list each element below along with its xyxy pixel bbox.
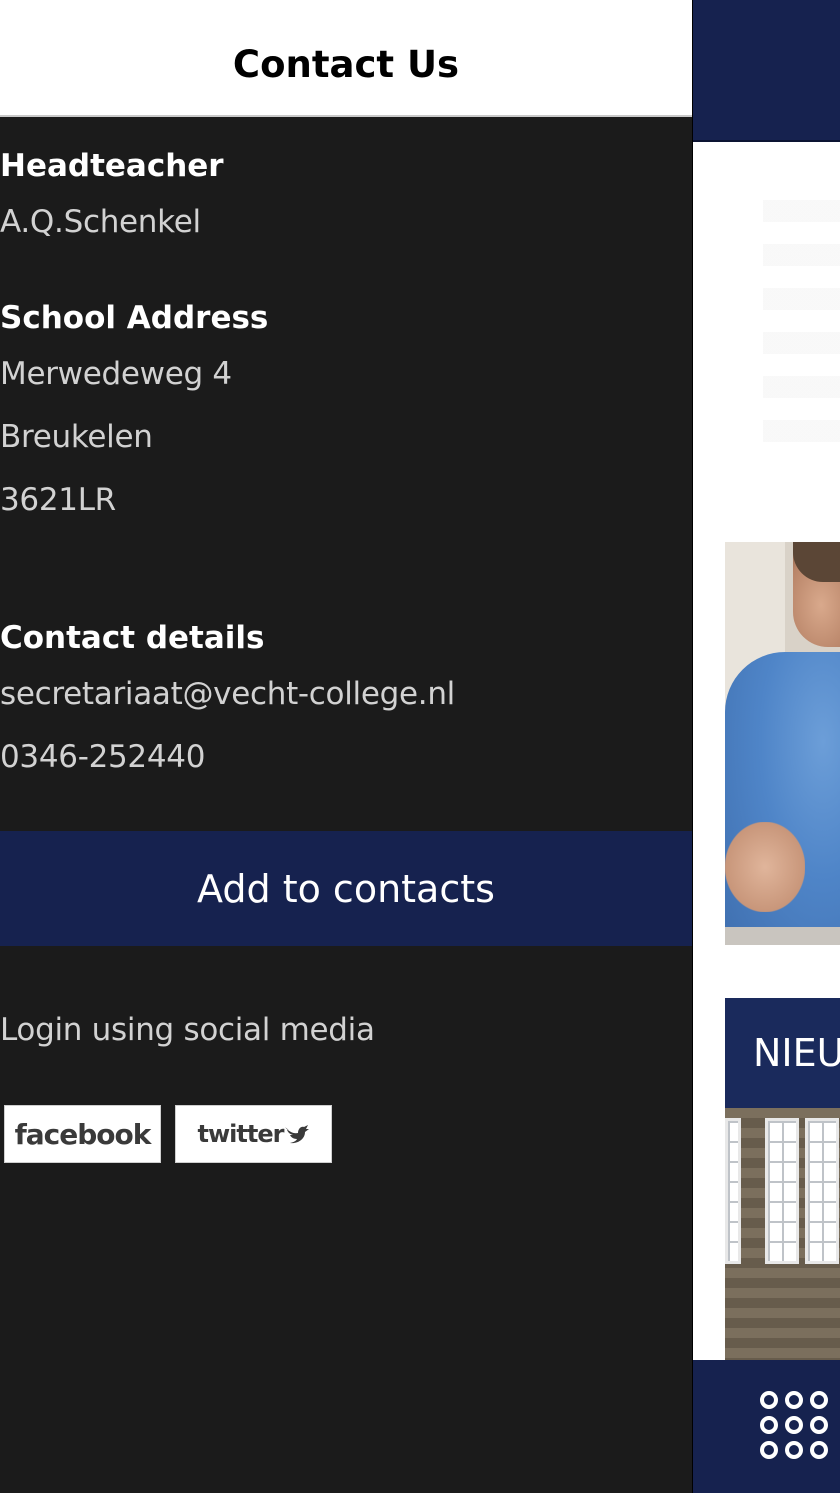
twitter-bird-icon [285, 1125, 310, 1144]
background-app: NIEU [692, 0, 840, 1493]
address-postcode: 3621LR [0, 482, 116, 518]
contact-phone-link[interactable]: 0346-252440 [0, 739, 205, 775]
headteacher-label: Headteacher [0, 148, 224, 184]
social-login-buttons: facebook twitter [4, 1105, 332, 1163]
news-building-window [805, 1118, 839, 1264]
add-to-contacts-button[interactable]: Add to contacts [0, 831, 692, 946]
address-street: Merwedeweg 4 [0, 356, 232, 392]
grid-menu-icon[interactable] [759, 1390, 831, 1462]
photo-person-hand [725, 822, 805, 912]
drawer-header: Contact Us [0, 0, 692, 117]
facebook-login-button[interactable]: facebook [4, 1105, 161, 1163]
teacher-photo[interactable] [725, 542, 840, 945]
news-card[interactable]: NIEU [725, 998, 840, 1360]
contact-email-link[interactable]: secretariaat@vecht-college.nl [0, 676, 455, 712]
news-building-window [765, 1118, 799, 1264]
facebook-logo-text: facebook [14, 1117, 152, 1151]
news-banner-text: NIEU [753, 1031, 840, 1075]
social-login-prompt: Login using social media [0, 1012, 375, 1048]
twitter-login-button[interactable]: twitter [175, 1105, 332, 1163]
news-banner: NIEU [725, 998, 840, 1108]
twitter-logo-text: twitter [197, 1120, 285, 1148]
contact-details-label: Contact details [0, 620, 265, 656]
add-to-contacts-label: Add to contacts [197, 866, 495, 911]
address-label: School Address [0, 300, 269, 336]
headteacher-name: A.Q.Schenkel [0, 204, 201, 240]
app-top-bar [693, 0, 840, 142]
contact-drawer: Contact Us Headteacher A.Q.Schenkel Scho… [0, 0, 692, 1493]
drawer-title: Contact Us [232, 43, 460, 86]
photo-table [725, 927, 840, 945]
news-building-window [725, 1118, 741, 1264]
address-city: Breukelen [0, 419, 153, 455]
app-bottom-bar [693, 1360, 840, 1493]
faded-content [763, 200, 840, 460]
